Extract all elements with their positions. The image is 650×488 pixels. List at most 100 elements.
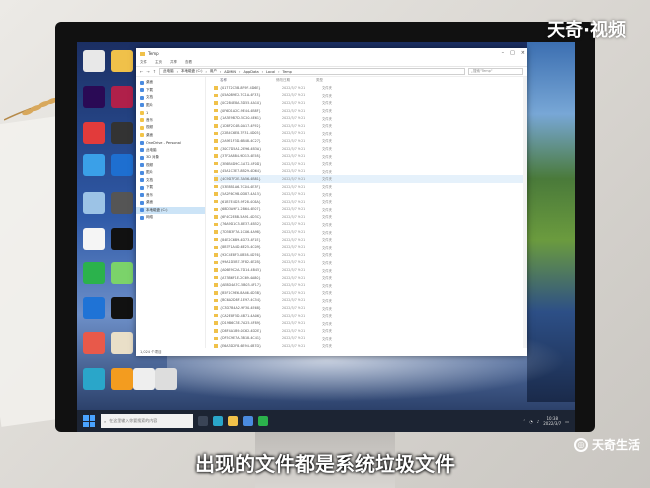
column-name[interactable]: 名称 (214, 78, 276, 83)
table-row[interactable]: {BC6A2D8F-1E97-4C54} 2022/3/7 9:21 文件夹 (214, 297, 527, 305)
table-row[interactable]: {68D3A9F1-2B64-4E07} 2022/3/7 9:21 文件夹 (214, 206, 527, 214)
table-row[interactable]: {01772C5B-8F9F-4D6E} 2022/3/7 9:21 文件夹 (214, 84, 527, 92)
desktop-icon-app-f[interactable] (111, 262, 133, 284)
ribbon-tab-home[interactable]: 主页 (155, 60, 162, 65)
desktop-icon-computer[interactable] (83, 50, 105, 72)
nav-item[interactable]: 文档 (136, 177, 205, 185)
desktop-icon-app-b[interactable] (111, 122, 133, 144)
table-row[interactable]: {6F4C2E8B-5A91-4D3C} 2022/3/7 9:21 文件夹 (214, 213, 527, 221)
table-row[interactable]: {A73B6F1E-2C69-4A80} 2022/3/7 9:21 文件夹 (214, 274, 527, 282)
table-row[interactable]: {DF5C9E7A-3B18-4C41} 2022/3/7 9:21 文件夹 (214, 335, 527, 343)
table-row[interactable]: {30C7D5A1-2E96-4B3A} 2022/3/7 9:21 文件夹 (214, 145, 527, 153)
breadcrumb-2[interactable]: 用户 (210, 69, 217, 74)
desktop-icon-edge[interactable] (83, 368, 105, 390)
desktop-icon-doc[interactable] (83, 228, 105, 250)
table-row[interactable]: {CA2E8F5D-4B71-4A06} 2022/3/7 9:21 文件夹 (214, 312, 527, 320)
table-row[interactable]: {5A2F6C9B-0D87-4A15} 2022/3/7 9:21 文件夹 (214, 190, 527, 198)
desktop-icon-app-j[interactable] (133, 368, 155, 390)
column-type[interactable]: 类型 (316, 78, 346, 83)
minimize-icon[interactable]: – (502, 50, 505, 56)
nav-item[interactable]: OneDrive - Personal (136, 139, 205, 147)
desktop-icon-app-g[interactable] (83, 332, 105, 354)
nav-item[interactable]: 网络 (136, 214, 205, 222)
breadcrumb-1[interactable]: 本地磁盘 (C:) (181, 69, 202, 74)
table-row[interactable]: {61B7E4D3-9F28-4C6A} 2022/3/7 9:21 文件夹 (214, 198, 527, 206)
table-row[interactable]: {1D8F2C4B-0A17-4F92} 2022/3/7 9:21 文件夹 (214, 122, 527, 130)
explorer-taskbar-icon[interactable] (228, 416, 238, 426)
desktop-icon-app-i[interactable] (111, 368, 133, 390)
desktop-icon-folder[interactable] (111, 50, 133, 72)
table-row[interactable]: {53E8B1A6-7C04-4E3F} 2022/3/7 9:21 文件夹 (214, 183, 527, 191)
breadcrumb-3[interactable]: ADMIN (224, 70, 236, 74)
nav-item[interactable]: 图片 (136, 102, 205, 110)
table-row[interactable]: {37F2A8B4-9D13-4E58} 2022/3/7 9:21 文件夹 (214, 152, 527, 160)
nav-item[interactable]: 下载 (136, 87, 205, 95)
table-row[interactable]: {0F6D1A2C-9E44-4B8F} 2022/3/7 9:21 文件夹 (214, 107, 527, 115)
network-icon[interactable]: ◔ (529, 419, 533, 424)
store-icon[interactable] (243, 416, 253, 426)
ribbon-tab-view[interactable]: 查看 (185, 60, 192, 65)
ribbon-tab-share[interactable]: 共享 (170, 60, 177, 65)
table-row[interactable]: {D8F4A1B9-0C62-4D2E} 2022/3/7 9:21 文件夹 (214, 327, 527, 335)
desktop-icon-app-h[interactable] (111, 332, 133, 354)
address-bar[interactable]: 此电脑 › 本地磁盘 (C:) › 用户 › ADMIN › AppData › Loca… (159, 68, 465, 75)
nav-item[interactable]: 音乐 (136, 117, 205, 125)
nav-item[interactable]: 文档 (136, 94, 205, 102)
desktop-icon-tiktok[interactable] (111, 228, 133, 250)
title-bar[interactable]: Temp (136, 48, 527, 59)
nav-item[interactable]: 本地磁盘 (C:) (136, 206, 205, 214)
nav-item[interactable]: 视频 (136, 162, 205, 170)
back-arrow-icon[interactable]: ← (140, 69, 143, 74)
desktop-icon-app-d[interactable] (111, 154, 133, 176)
taskview-icon[interactable] (198, 416, 208, 426)
nav-item[interactable]: 下载 (136, 184, 205, 192)
table-row[interactable]: {3E6B4D9C-1A72-4F0D} 2022/3/7 9:21 文件夹 (214, 160, 527, 168)
breadcrumb-6[interactable]: Temp (283, 70, 292, 74)
table-row[interactable]: {1A3E9B7D-5C20-4E61} 2022/3/7 9:21 文件夹 (214, 114, 527, 122)
table-row[interactable]: {22B4C6E8-7F31-4D05} 2022/3/7 9:21 文件夹 (214, 130, 527, 138)
table-row[interactable]: {B5F1C9E6-8A46-4D3B} 2022/3/7 9:21 文件夹 (214, 289, 527, 297)
table-row[interactable]: {92C4E8F3-0B58-4D76} 2022/3/7 9:21 文件夹 (214, 251, 527, 259)
up-arrow-icon[interactable]: ↑ (153, 69, 156, 74)
volume-icon[interactable]: ♪ (537, 419, 540, 424)
nav-item[interactable]: 3D 对象 (136, 154, 205, 162)
forward-arrow-icon[interactable]: → (146, 69, 149, 74)
table-row[interactable]: {0C2B4E8A-3D55-4A10} 2022/3/7 9:21 文件夹 (214, 99, 527, 107)
table-row[interactable]: {45A1C3E7-8B29-4D64} 2022/3/7 9:21 文件夹 (214, 168, 527, 176)
maximize-icon[interactable]: □ (510, 50, 515, 56)
desktop-icon-wechat[interactable] (83, 262, 105, 284)
desktop-icon-app-c[interactable] (83, 154, 105, 176)
desktop-icon-pr[interactable] (83, 86, 105, 108)
search-input[interactable]: ⌕ 搜索"Temp" (468, 68, 523, 75)
taskbar-search-input[interactable]: ⌕ 在这里输入你要搜索的内容 (101, 414, 193, 428)
table-row[interactable]: {8B7F1A4D-6E25-4C09} 2022/3/7 9:21 文件夹 (214, 243, 527, 251)
ribbon-tab-file[interactable]: 文件 (140, 60, 147, 65)
vertical-scrollbar[interactable] (523, 77, 527, 348)
nav-item[interactable]: 音乐 (136, 192, 205, 200)
table-row[interactable]: {AE8D4A7C-5B03-4F17} 2022/3/7 9:21 文件夹 (214, 281, 527, 289)
breadcrumb-4[interactable]: AppData (243, 70, 258, 74)
table-row[interactable]: {99A1D5B7-3F82-4E2B} 2022/3/7 9:21 文件夹 (214, 259, 527, 267)
table-row[interactable]: {4C9D7F2E-3A56-4B81} 2022/3/7 9:21 文件夹 (214, 175, 527, 183)
clock[interactable]: 10:38 2022/3/7 (543, 416, 561, 426)
nav-item[interactable]: 图片 (136, 169, 205, 177)
table-row[interactable]: {7D5B3F7A-1C06-4A98} 2022/3/7 9:21 文件夹 (214, 228, 527, 236)
desktop-icon-capcut[interactable] (111, 297, 133, 319)
breadcrumb-0[interactable]: 此电脑 (163, 69, 174, 74)
nav-item[interactable]: 桌面 (136, 132, 205, 140)
notification-icon[interactable]: ▭ (565, 419, 569, 424)
nav-item[interactable]: 桌面 (136, 79, 205, 87)
close-icon[interactable]: × (521, 50, 525, 56)
table-row[interactable]: {84E2C6B9-4D73-4F1E} 2022/3/7 9:21 文件夹 (214, 236, 527, 244)
nav-item[interactable]: 桌面 (136, 199, 205, 207)
table-row[interactable]: {A06E9C2A-7D14-4B45} 2022/3/7 9:21 文件夹 (214, 266, 527, 274)
breadcrumb-5[interactable]: Local (266, 70, 275, 74)
desktop-icon-app-e[interactable] (111, 192, 133, 214)
nav-item[interactable]: 此电脑 (136, 147, 205, 155)
table-row[interactable]: {C3D7B4A2-9F30-4E68} 2022/3/7 9:21 文件夹 (214, 304, 527, 312)
table-row[interactable]: {2A9E1F3D-6B48-4C27} 2022/3/7 9:21 文件夹 (214, 137, 527, 145)
table-row[interactable]: {05A0B9E2-7C1A-4F33} 2022/3/7 9:21 文件夹 (214, 92, 527, 100)
app-taskbar-icon[interactable] (258, 416, 268, 426)
table-row[interactable]: {76A9D1C5-8E37-4B52} 2022/3/7 9:21 文件夹 (214, 221, 527, 229)
desktop-icon-app-k[interactable] (155, 368, 177, 390)
